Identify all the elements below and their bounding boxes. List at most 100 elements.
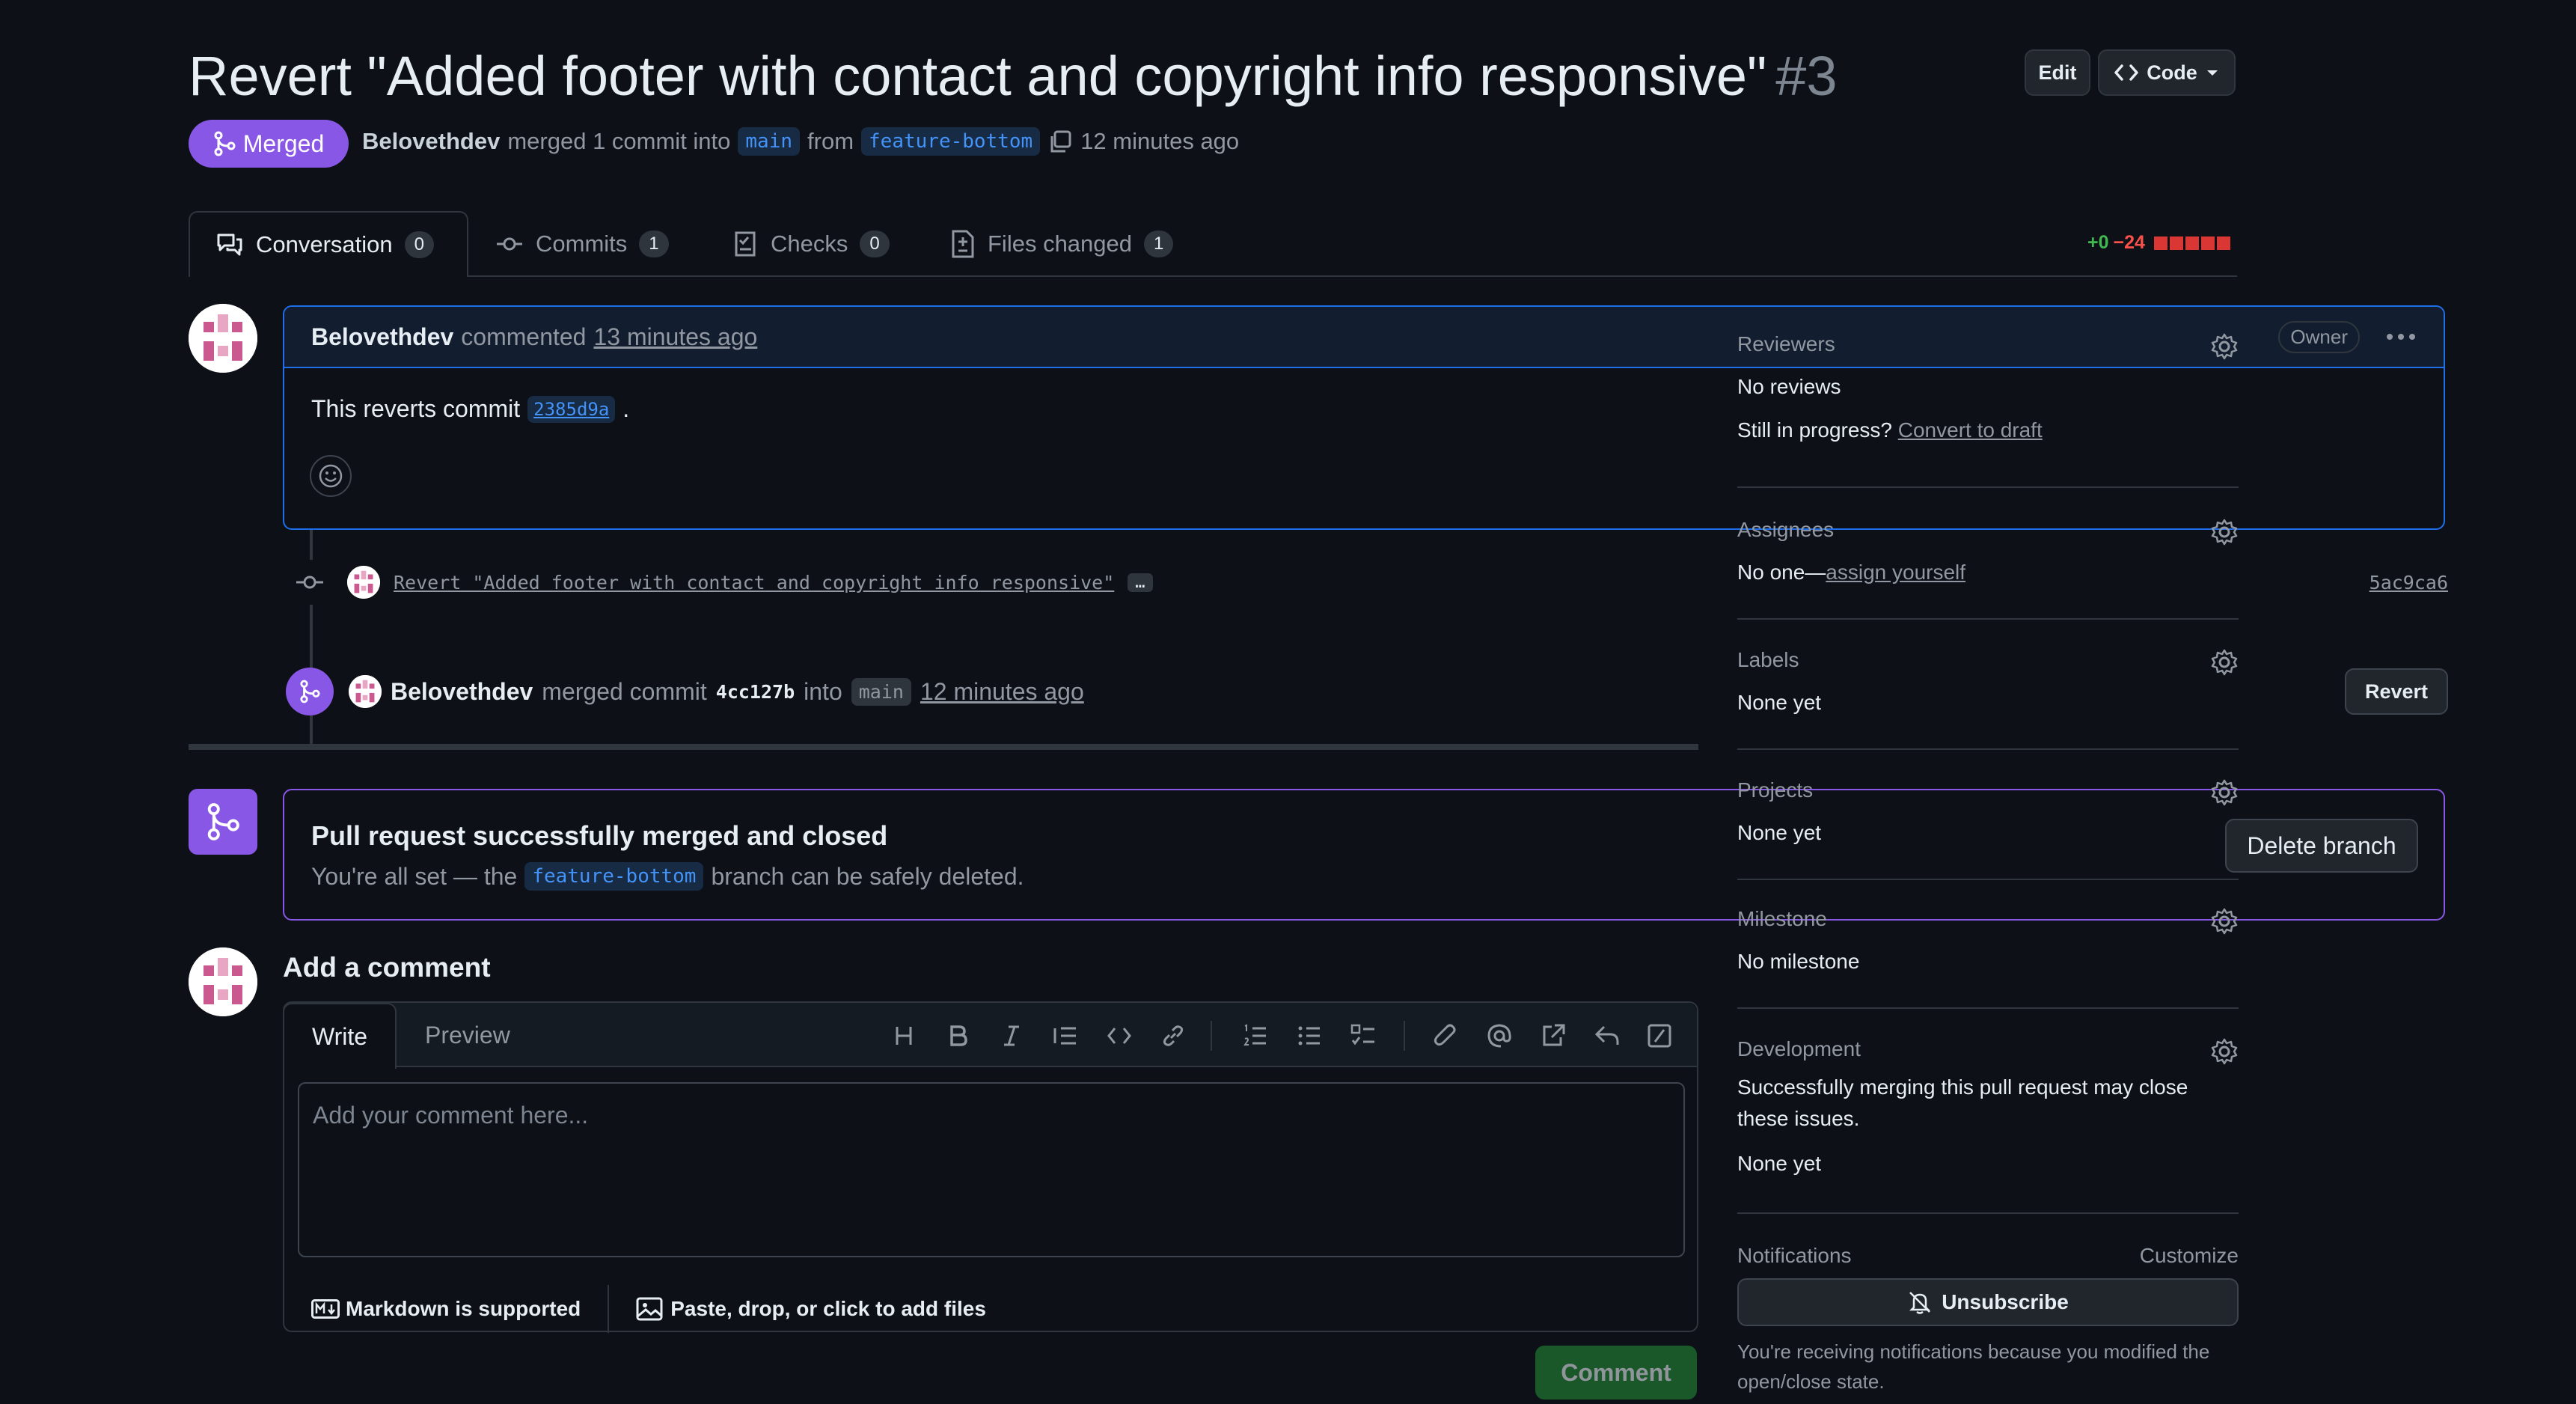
italic-icon[interactable] (998, 1022, 1025, 1049)
projects-value: None yet (1737, 821, 1822, 844)
merge-base-branch[interactable]: main (851, 677, 911, 706)
quote-icon[interactable] (1052, 1022, 1079, 1049)
merged-text-suffix: branch can be safely deleted. (711, 862, 1024, 890)
merge-icon (213, 131, 236, 156)
comment-editor: Write Preview Add your comment here... M… (283, 1001, 1698, 1333)
gear-icon[interactable] (2210, 1037, 2239, 1066)
code-icon[interactable] (1106, 1022, 1133, 1049)
customize-link[interactable]: Customize (2140, 1244, 2239, 1268)
tab-count: 1 (639, 231, 669, 257)
slash-command-icon[interactable] (1646, 1022, 1673, 1049)
merged-text-prefix: You're all set — the (311, 862, 518, 890)
merged-state-label: Merged (242, 129, 325, 157)
tab-label: Checks (771, 231, 848, 257)
edit-button[interactable]: Edit (2025, 49, 2090, 96)
merge-author[interactable]: Belovethdev (391, 678, 533, 706)
file-upload-note[interactable]: Paste, drop, or click to add files (670, 1297, 986, 1321)
development-text: Successfully merging this pull request m… (1737, 1075, 2188, 1130)
gear-icon[interactable] (2210, 648, 2239, 677)
comment-action: commented (461, 323, 587, 350)
comment-author[interactable]: Belovethdev (311, 323, 453, 351)
assignees-value: No one—assign yourself (1737, 557, 2239, 588)
head-branch[interactable]: feature-bottom (861, 127, 1041, 156)
unordered-list-icon[interactable] (1296, 1022, 1323, 1049)
assignees-title[interactable]: Assignees (1737, 518, 2239, 542)
sidebar-milestone: Milestone No milestone (1737, 907, 2239, 989)
heading-icon[interactable] (890, 1022, 917, 1049)
revert-button[interactable]: Revert (2345, 668, 2448, 715)
commit-expand-button[interactable]: … (1128, 573, 1153, 592)
sidebar-divider (1737, 1212, 2239, 1214)
milestone-value: No milestone (1737, 950, 1860, 973)
commit-message-link[interactable]: Revert "Added footer with contact and co… (394, 572, 1114, 593)
tab-commits[interactable]: Commits 1 (495, 211, 669, 277)
avatar[interactable] (347, 566, 380, 599)
bold-icon[interactable] (944, 1022, 971, 1049)
pr-author[interactable]: Belovethdev (362, 128, 500, 155)
diffstat-removed: −24 (2113, 232, 2145, 253)
tab-write[interactable]: Write (283, 1003, 397, 1069)
kebab-horizontal-icon[interactable] (2385, 332, 2417, 341)
comment-submit-button[interactable]: Comment (1535, 1346, 1697, 1400)
delete-branch-button[interactable]: Delete branch (2225, 819, 2418, 873)
paperclip-icon[interactable] (1432, 1022, 1459, 1049)
comment-discussion-icon (215, 232, 244, 257)
commit-sha-link[interactable]: 2385d9a (527, 395, 616, 423)
merge-into-text: into (804, 677, 842, 705)
add-comment-heading: Add a comment (283, 952, 491, 983)
sidebar-divider (1737, 1007, 2239, 1009)
comment-body-suffix: . (622, 395, 630, 422)
image-icon (636, 1297, 663, 1321)
avatar[interactable] (189, 304, 257, 373)
labels-title[interactable]: Labels (1737, 648, 2239, 672)
merged-state-badge: Merged (189, 120, 349, 168)
tab-files-changed[interactable]: Files changed 1 (950, 211, 1174, 277)
markdown-icon (311, 1299, 340, 1319)
comment-textarea[interactable]: Add your comment here... (298, 1082, 1685, 1257)
merged-text: You're all set — the feature-bottom bran… (311, 862, 1024, 891)
comment-time[interactable]: 13 minutes ago (593, 323, 757, 351)
sidebar-notifications: Notifications Customize Unsubscribe You'… (1737, 1244, 2239, 1401)
mention-icon[interactable] (1486, 1022, 1513, 1049)
tasklist-icon[interactable] (1350, 1022, 1377, 1049)
assign-yourself-link[interactable]: assign yourself (1826, 561, 1965, 584)
avatar[interactable] (189, 947, 257, 1016)
development-title[interactable]: Development (1737, 1037, 2239, 1061)
convert-to-draft-link[interactable]: Convert to draft (1898, 418, 2043, 442)
pr-meta: Belovethdev merged 1 commit into main fr… (362, 127, 1239, 156)
milestone-title[interactable]: Milestone (1737, 907, 2239, 931)
unsubscribe-button[interactable]: Unsubscribe (1737, 1278, 2239, 1326)
reply-icon[interactable] (1594, 1022, 1621, 1049)
sidebar-projects: Projects None yet (1737, 778, 2239, 861)
projects-title[interactable]: Projects (1737, 778, 2239, 802)
add-reaction-button[interactable] (310, 455, 352, 497)
sidebar-development: Development Successfully merging this pu… (1737, 1037, 2239, 1194)
tab-conversation[interactable]: Conversation 0 (189, 211, 468, 277)
merge-time[interactable]: 12 minutes ago (920, 678, 1084, 706)
code-button-label: Code (2147, 61, 2197, 84)
merged-branch[interactable]: feature-bottom (524, 862, 704, 891)
gear-icon[interactable] (2210, 907, 2239, 936)
merge-commit-sha[interactable]: 4cc127b (716, 681, 795, 703)
base-branch[interactable]: main (738, 127, 801, 156)
commit-sha[interactable]: 5ac9ca6 (2370, 572, 2448, 593)
gear-icon[interactable] (2210, 778, 2239, 807)
tab-checks[interactable]: Checks 0 (733, 211, 890, 277)
tab-count: 0 (860, 231, 890, 257)
reviewers-value: No reviews (1737, 375, 1841, 398)
tab-preview[interactable]: Preview (425, 1003, 510, 1067)
reviewers-title[interactable]: Reviewers (1737, 332, 2239, 356)
tab-count: 1 (1144, 231, 1174, 257)
copy-icon[interactable] (1047, 129, 1073, 154)
link-icon[interactable] (1160, 1022, 1187, 1049)
ordered-list-icon[interactable] (1242, 1022, 1269, 1049)
editor-toolbar: Write Preview (283, 1003, 1697, 1069)
avatar[interactable] (349, 675, 382, 708)
merge-icon (286, 668, 334, 715)
cross-reference-icon[interactable] (1540, 1022, 1567, 1049)
code-button[interactable]: Code (2098, 49, 2236, 96)
gear-icon[interactable] (2210, 332, 2239, 361)
sidebar-divider (1737, 486, 2239, 488)
gear-icon[interactable] (2210, 518, 2239, 546)
markdown-note[interactable]: Markdown is supported (346, 1297, 581, 1321)
